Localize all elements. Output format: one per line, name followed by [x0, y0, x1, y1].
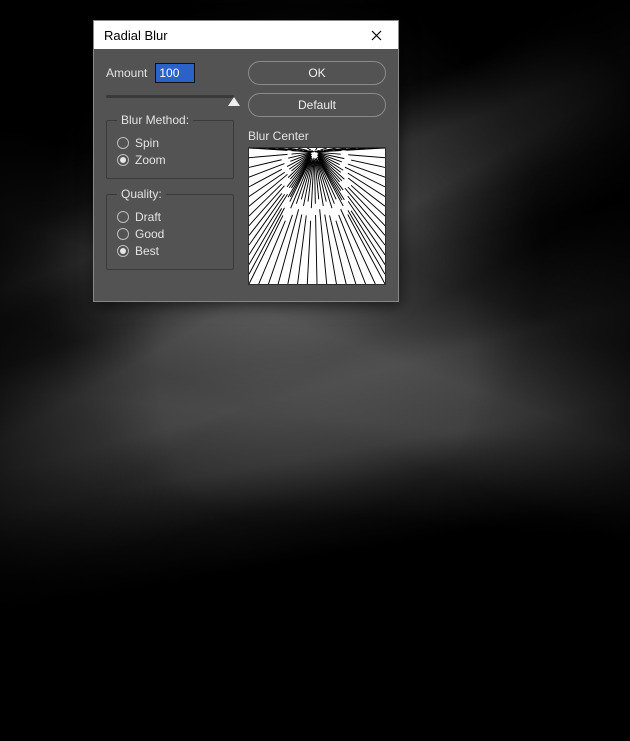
radio-icon [117, 245, 129, 257]
amount-row: Amount [106, 63, 234, 83]
right-column: OK Default Blur Center [248, 61, 386, 285]
blur-center-label: Blur Center [248, 129, 386, 143]
dialog-body: Amount Blur Method: Spin Zoom Quali [94, 49, 398, 301]
default-button[interactable]: Default [248, 93, 386, 117]
slider-track [106, 95, 234, 98]
radio-label: Spin [135, 136, 159, 150]
radio-label: Zoom [135, 153, 166, 167]
amount-input[interactable] [155, 63, 195, 83]
blur-method-group: Blur Method: Spin Zoom [106, 113, 234, 179]
radio-draft[interactable]: Draft [117, 210, 223, 224]
quality-legend: Quality: [117, 187, 166, 201]
close-icon [371, 30, 382, 41]
ok-button[interactable]: OK [248, 61, 386, 85]
radio-icon [117, 211, 129, 223]
radio-icon [117, 137, 129, 149]
dialog-title: Radial Blur [104, 28, 168, 43]
radio-label: Good [135, 227, 164, 241]
radio-best[interactable]: Best [117, 244, 223, 258]
slider-thumb[interactable] [228, 97, 240, 106]
close-button[interactable] [356, 21, 396, 49]
radio-good[interactable]: Good [117, 227, 223, 241]
quality-group: Quality: Draft Good Best [106, 187, 234, 270]
radial-blur-dialog: Radial Blur Amount Blur Method: Spin [93, 20, 399, 302]
radio-label: Best [135, 244, 159, 258]
amount-label: Amount [106, 66, 147, 80]
radio-icon [117, 228, 129, 240]
left-column: Amount Blur Method: Spin Zoom Quali [106, 61, 234, 285]
amount-slider[interactable] [106, 89, 234, 105]
blur-method-legend: Blur Method: [117, 113, 193, 127]
radio-icon [117, 154, 129, 166]
titlebar[interactable]: Radial Blur [94, 21, 398, 49]
radio-zoom[interactable]: Zoom [117, 153, 223, 167]
blur-center-preview[interactable] [248, 147, 386, 285]
radio-label: Draft [135, 210, 161, 224]
radio-spin[interactable]: Spin [117, 136, 223, 150]
